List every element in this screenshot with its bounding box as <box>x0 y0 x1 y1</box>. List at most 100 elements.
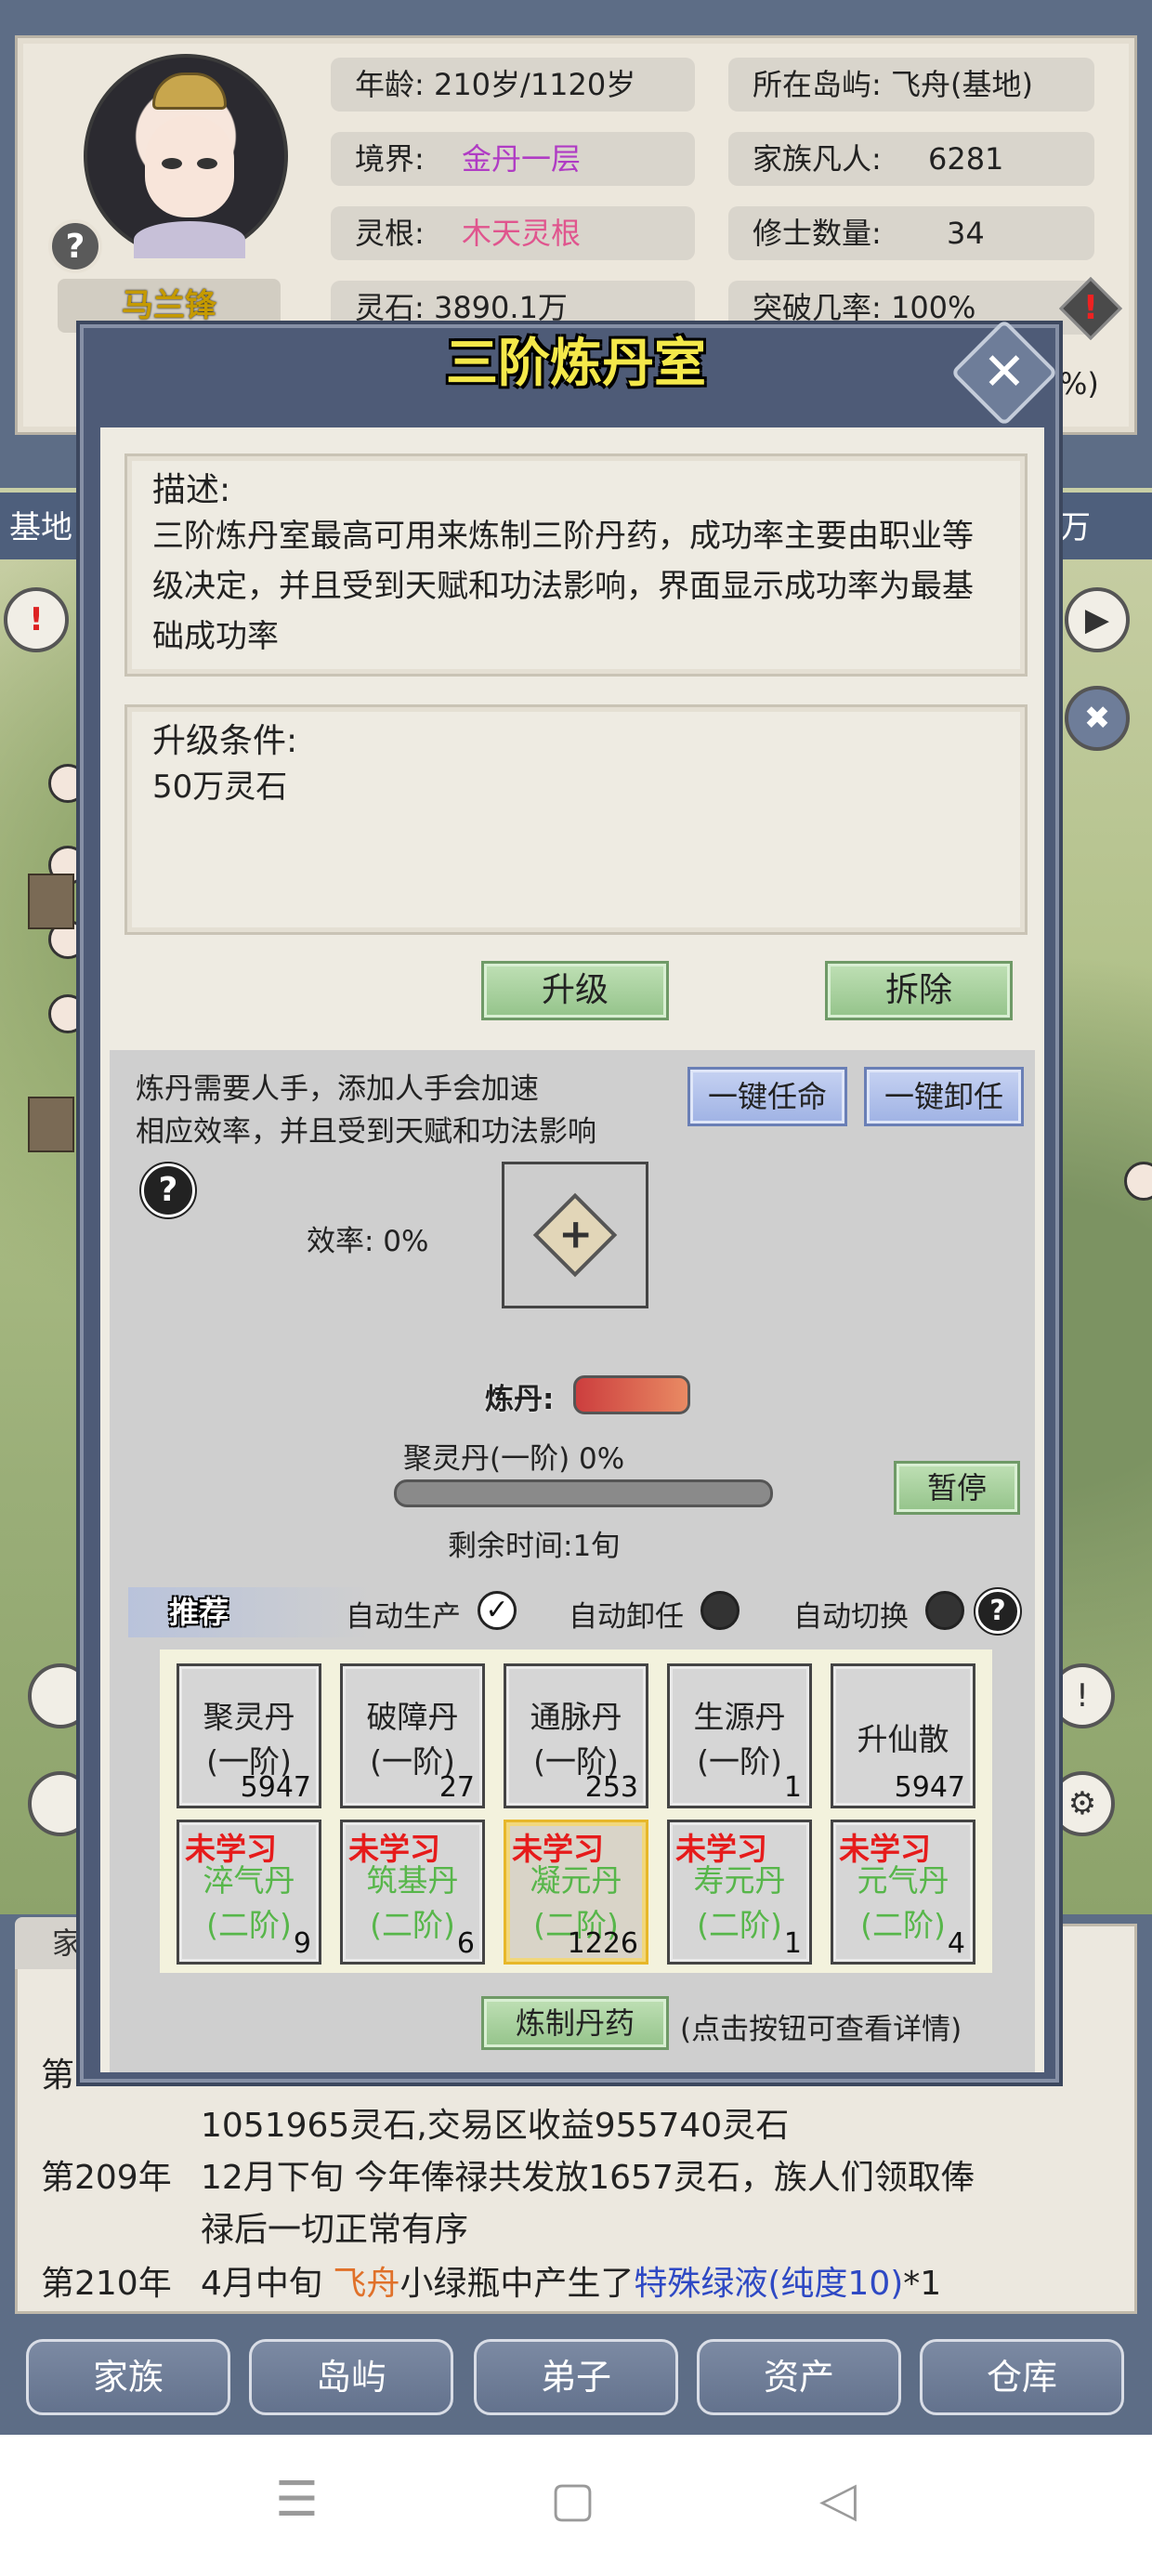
cultivators-stat: 修士数量: 34 <box>728 206 1094 260</box>
avatar-body <box>134 221 245 258</box>
cultivators-label: 修士数量: <box>753 216 882 251</box>
not-learned-label: 未学习 <box>185 1831 277 1867</box>
log-qty: *1 <box>903 2265 942 2303</box>
pill-cell-selected[interactable]: 凝元丹 (二阶) 未学习 1226 <box>504 1820 648 1965</box>
alchemy-label: 炼丹: <box>485 1383 555 1416</box>
pause-button[interactable]: 暂停 <box>894 1461 1020 1515</box>
log-entry: 1051965灵石,交易区收益955740灵石 <box>201 2107 790 2145</box>
root-stat: 灵根: 木天灵根 <box>331 206 695 260</box>
alchemy-progress-bar <box>394 1479 773 1507</box>
pill-count: 5947 <box>894 1771 965 1804</box>
modal-title: 三阶炼丹室 <box>446 334 706 394</box>
crown-icon <box>152 72 227 110</box>
pill-name: 升仙散 <box>857 1721 949 1757</box>
refine-note: (点击按钮可查看详情) <box>680 2013 962 2046</box>
log-year: 第210年 <box>41 2265 172 2303</box>
pill-cell[interactable]: 生源丹 (一阶) 1 <box>667 1663 812 1808</box>
add-staff-slot[interactable]: + <box>502 1162 648 1308</box>
upgrade-button[interactable]: 升级 <box>481 961 669 1020</box>
character-help-icon[interactable]: ? <box>48 219 102 273</box>
pill-count: 6 <box>456 1927 475 1960</box>
back-icon[interactable]: ◁ <box>819 2472 857 2528</box>
nav-warehouse-button[interactable]: 仓库 <box>920 2339 1124 2415</box>
pill-cell[interactable]: 淬气丹 (二阶) 未学习 9 <box>177 1820 321 1965</box>
description-text: 三阶炼丹室最高可用来炼制三阶丹药，成功率主要由职业等级决定，并且受到天赋和功法影… <box>152 518 974 655</box>
options-help-icon[interactable]: ? <box>974 1587 1022 1636</box>
not-learned-label: 未学习 <box>839 1831 931 1867</box>
nav-family-button[interactable]: 家族 <box>26 2339 230 2415</box>
auto-switch-toggle[interactable] <box>925 1591 964 1630</box>
log-year: 第209年 <box>41 2159 172 2197</box>
pill-name: 生源丹 <box>693 1699 786 1735</box>
menu-icon[interactable]: ☰ <box>275 2472 319 2528</box>
description-title: 描述: <box>152 471 231 509</box>
avatar-face <box>145 115 234 217</box>
pill-cell[interactable]: 聚灵丹 (一阶) 5947 <box>177 1663 321 1808</box>
log-entry: 4月中旬 飞舟小绿瓶中产生了特殊绿液(纯度10)*1 <box>201 2256 941 2305</box>
island-stat: 所在岛屿: 飞舟(基地) <box>728 58 1094 112</box>
appoint-all-button[interactable]: 一键任命 <box>687 1067 847 1126</box>
auto-dismiss-label: 自动卸任 <box>569 1600 684 1634</box>
pill-name: 通脉丹 <box>530 1699 622 1735</box>
family-mortals-stat: 家族凡人: 6281 <box>728 132 1094 186</box>
upgrade-cost: 50万灵石 <box>152 769 288 806</box>
nav-island-button[interactable]: 岛屿 <box>249 2339 453 2415</box>
current-pill-label: 聚灵丹(一阶) 0% <box>403 1442 625 1476</box>
tools-icon[interactable]: ✖ <box>1065 686 1130 751</box>
pill-count: 9 <box>293 1927 311 1960</box>
not-learned-label: 未学习 <box>675 1831 767 1867</box>
add-icon: + <box>532 1192 618 1278</box>
auto-produce-checkbox[interactable]: ✓ <box>478 1591 517 1630</box>
pill-cell[interactable]: 破障丹 (一阶) 27 <box>340 1663 485 1808</box>
log-entry: 12月下旬 今年俸禄共发放1657灵石，族人们领取俸 <box>201 2159 975 2197</box>
pill-count: 1 <box>783 1927 802 1960</box>
dismiss-all-button[interactable]: 一键卸任 <box>864 1067 1024 1126</box>
demolish-button[interactable]: 拆除 <box>825 961 1013 1020</box>
age-stat: 年龄: 210岁/1120岁 <box>331 58 695 112</box>
auto-produce-label: 自动生产 <box>346 1600 461 1634</box>
building-icon[interactable] <box>28 874 74 929</box>
realm-stat: 境界: 金丹一层 <box>331 132 695 186</box>
staff-help-icon[interactable]: ? <box>139 1162 197 1219</box>
nav-assets-button[interactable]: 资产 <box>697 2339 901 2415</box>
pill-count: 27 <box>439 1771 475 1804</box>
not-learned-label: 未学习 <box>348 1831 440 1867</box>
pill-count: 1 <box>783 1771 802 1804</box>
root-label: 灵根: <box>355 216 425 251</box>
remaining-time: 剩余时间:1旬 <box>448 1530 621 1563</box>
pill-cell[interactable]: 通脉丹 (一阶) 253 <box>504 1663 648 1808</box>
efficiency-label: 效率: 0% <box>307 1225 429 1258</box>
pill-cell[interactable]: 寿元丹 (二阶) 未学习 1 <box>667 1820 812 1965</box>
character-avatar[interactable] <box>84 54 288 258</box>
avatar-eye <box>162 158 182 169</box>
alert-icon[interactable]: ! <box>4 587 69 652</box>
pill-cell[interactable]: 筑基丹 (二阶) 未学习 6 <box>340 1820 485 1965</box>
pill-cell[interactable]: 升仙散 5947 <box>831 1663 975 1808</box>
pill-cell[interactable]: 元气丹 (二阶) 未学习 4 <box>831 1820 975 1965</box>
refine-pill-button[interactable]: 炼制丹药 <box>481 1996 669 2050</box>
log-year: 第 <box>41 2057 75 2095</box>
nav-disciples-button[interactable]: 弟子 <box>474 2339 678 2415</box>
close-icon: ✕ <box>982 342 1027 402</box>
auto-dismiss-toggle[interactable] <box>700 1591 740 1630</box>
recommend-tab[interactable]: 推荐 <box>128 1587 370 1637</box>
realm-value: 金丹一层 <box>461 141 581 177</box>
auto-switch-label: 自动切换 <box>793 1600 909 1634</box>
home-icon[interactable]: ▢ <box>550 2472 596 2528</box>
family-mortals-label: 家族凡人: <box>753 141 882 177</box>
staff-note-line1: 炼丹需要人手，添加人手会加速 <box>136 1072 539 1106</box>
building-icon[interactable] <box>28 1097 74 1152</box>
log-entry: 禄后一切正常有序 <box>201 2211 469 2249</box>
root-value: 木天灵根 <box>461 216 581 251</box>
upgrade-title: 升级条件: <box>152 722 298 760</box>
map-bar-left-label: 基地 <box>9 509 72 546</box>
pill-count: 1226 <box>567 1927 638 1960</box>
staff-note-line2: 相应效率，并且受到天赋和功法影响 <box>136 1115 596 1149</box>
avatar-eye <box>197 158 217 169</box>
play-icon[interactable]: ▶ <box>1065 587 1130 652</box>
pill-name: 聚灵丹 <box>203 1699 295 1735</box>
alchemy-status-bar <box>573 1375 690 1414</box>
log-item: 特殊绿液(纯度10) <box>634 2265 904 2303</box>
map-bar-right-label: 万 <box>1059 509 1091 546</box>
pill-name: 破障丹 <box>366 1699 459 1735</box>
